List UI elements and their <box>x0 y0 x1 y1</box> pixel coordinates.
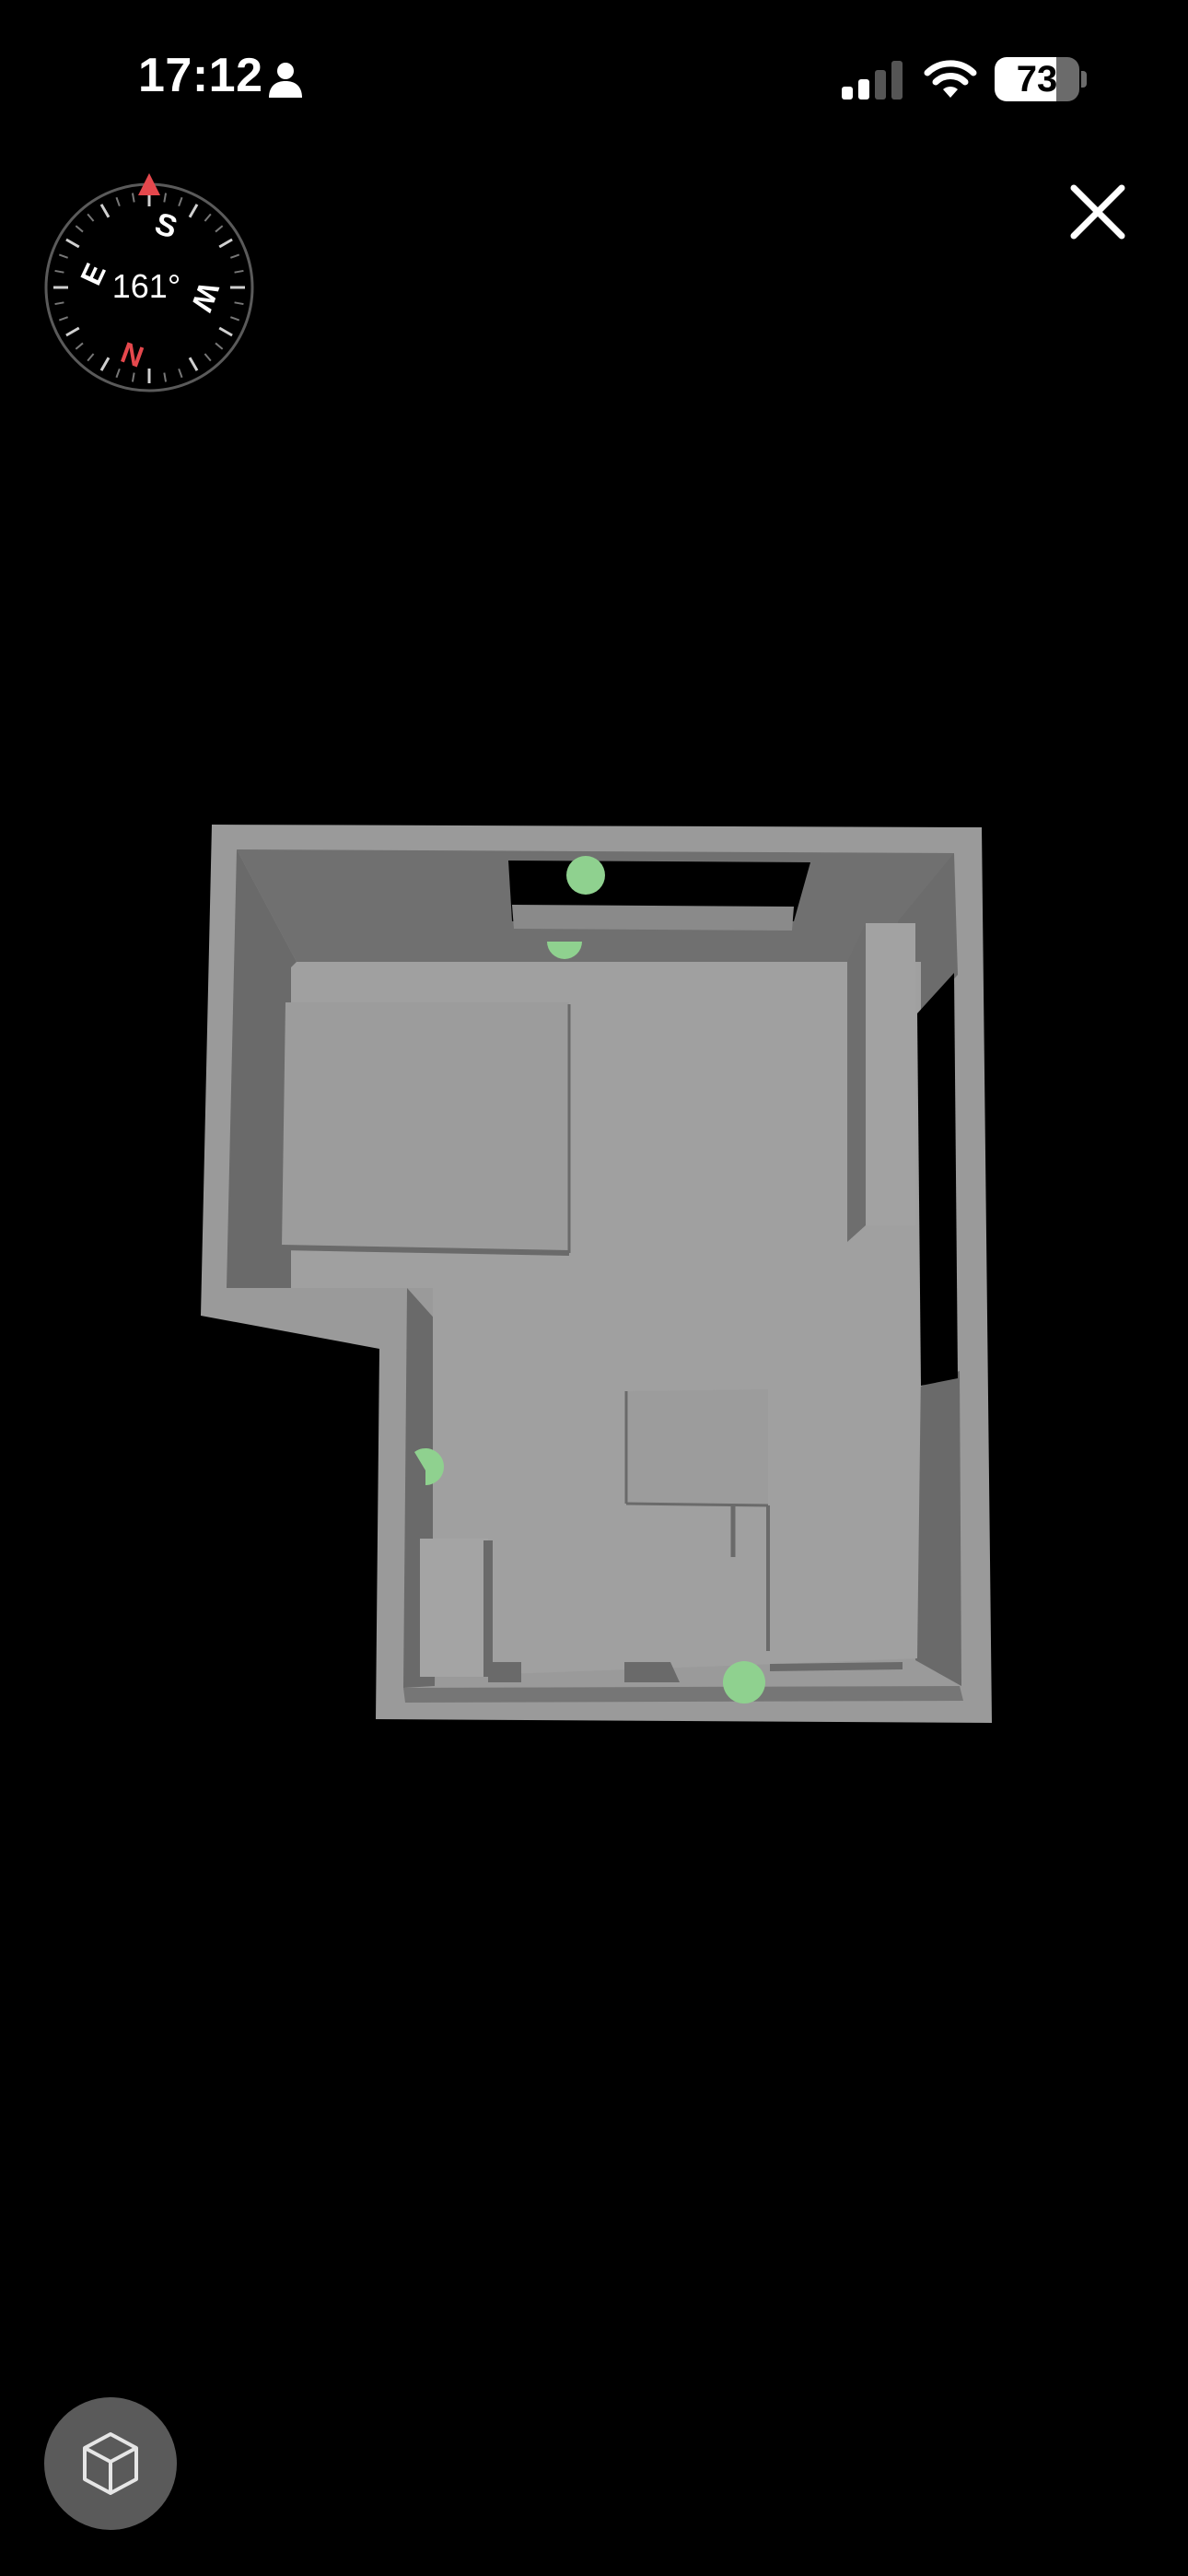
furniture-wardrobe <box>847 923 866 1242</box>
opening-marker-window <box>566 856 605 895</box>
furniture-desk <box>626 1389 768 1505</box>
compass-heading: 161° <box>111 267 181 305</box>
furniture-bottom-blocks-2 <box>624 1662 680 1682</box>
cellular-signal-icon <box>842 61 903 100</box>
wifi-icon <box>924 60 977 98</box>
battery-icon: 73 <box>995 57 1079 101</box>
furniture-bottom-blocks <box>488 1662 521 1682</box>
room-scan-3d-model[interactable] <box>184 811 1013 1732</box>
opening-marker-door-south <box>723 1661 765 1704</box>
wall-side-lower-east <box>914 1371 961 1686</box>
battery-cap <box>1081 71 1087 88</box>
status-time: 17:12 <box>138 49 263 102</box>
furniture-wardrobe-front <box>866 923 915 1225</box>
wall-bottom-inner <box>403 1686 963 1703</box>
3d-view-toggle-button[interactable] <box>44 2397 177 2530</box>
doorway-east <box>917 973 958 1386</box>
battery-level: 73 <box>1016 59 1058 100</box>
person-icon <box>269 63 302 98</box>
compass[interactable]: S E W N 161° <box>42 171 256 392</box>
cube-icon <box>83 2432 138 2495</box>
furniture-bed <box>282 1002 569 1253</box>
close-icon <box>1070 184 1125 240</box>
window-sill <box>512 905 794 931</box>
furniture-cabinet <box>420 1539 488 1677</box>
close-button[interactable] <box>1061 175 1135 249</box>
